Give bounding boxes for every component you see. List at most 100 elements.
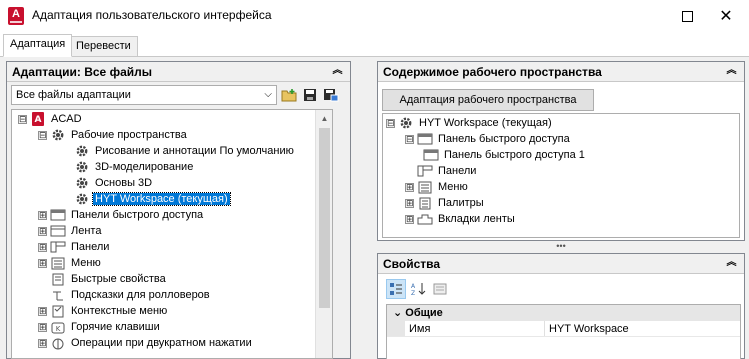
expand-node-icon[interactable]: ⊞ — [38, 210, 47, 220]
workspace-contents-tree[interactable]: ⊟ HYT Workspace (текущая) ⊟ Панель быстр… — [382, 113, 740, 238]
tree-node[interactable]: ⊟ Рабочие пространства — [38, 127, 189, 143]
property-value[interactable]: HYT Workspace — [545, 321, 629, 336]
expand-node-icon[interactable]: ⊞ — [38, 338, 47, 348]
menu-icon — [50, 256, 66, 270]
property-row[interactable]: Имя HYT Workspace — [387, 321, 740, 337]
save-button[interactable] — [301, 86, 319, 104]
toolbar-icon — [417, 164, 433, 178]
close-button[interactable]: ✕ — [703, 0, 749, 32]
gear-icon — [74, 192, 90, 206]
alphabetical-icon: AZ — [411, 283, 426, 296]
expand-node-icon[interactable]: ⊞ — [38, 226, 47, 236]
tree-node-label: Рабочие пространства — [71, 129, 187, 141]
quick-access-icon — [423, 148, 439, 162]
tree-node[interactable]: Основы 3D — [74, 175, 154, 191]
expand-node-icon[interactable]: ⊞ — [405, 198, 414, 208]
customize-workspace-button[interactable]: Адаптация рабочего пространства — [382, 89, 594, 111]
property-pages-button[interactable] — [430, 279, 450, 299]
scrollbar-thumb[interactable] — [319, 128, 330, 308]
acad-icon: A — [30, 112, 46, 126]
customizations-tree[interactable]: ⊟ A ACAD ⊟ Рабочие пространства Рисовани… — [11, 109, 333, 359]
collapse-icon[interactable]: ︽ — [725, 257, 738, 270]
expand-node-icon[interactable]: ⊞ — [405, 214, 414, 224]
collapse-node-icon[interactable]: ⊟ — [18, 114, 27, 124]
tree-node-label: Панель быстрого доступа 1 — [444, 149, 585, 161]
tree-node-label: Подсказки для ролловеров — [71, 289, 210, 301]
collapse-node-icon[interactable]: ⊟ — [405, 134, 414, 144]
tree-node-label: 3D-моделирование — [95, 161, 194, 173]
save-as-button[interactable] — [322, 86, 340, 104]
tab-strip: Адаптация Перевести — [0, 34, 749, 57]
tree-node[interactable]: ⊞ Контекстные меню — [38, 303, 169, 319]
tree-node-label: Меню — [438, 181, 468, 193]
tree-node[interactable]: ⊟ A ACAD — [18, 111, 84, 127]
filter-dropdown[interactable]: Все файлы адаптации ⌵ — [11, 85, 277, 105]
tree-node[interactable]: ⊞ Лента — [38, 223, 103, 239]
tree-node[interactable]: ⊞ Панели — [38, 239, 111, 255]
tree-node[interactable]: ⊞ Меню — [405, 179, 470, 195]
quick-properties-icon — [50, 272, 66, 286]
tab-transfer[interactable]: Перевести — [69, 36, 138, 57]
collapse-node-icon[interactable]: ⊟ — [386, 118, 395, 128]
tree-node[interactable]: ⊞ Панели быстрого доступа — [38, 207, 205, 223]
property-gutter — [387, 321, 405, 336]
property-grid[interactable]: ⌄ Общие Имя HYT Workspace — [386, 304, 741, 359]
scroll-up-icon[interactable]: ▲ — [316, 110, 332, 127]
expand-node-icon[interactable]: ⊞ — [405, 182, 414, 192]
tree-node-label: Вкладки ленты — [438, 213, 515, 225]
gear-icon — [74, 160, 90, 174]
tree-node-selected[interactable]: HYT Workspace (текущая) — [74, 191, 231, 207]
gear-icon — [50, 128, 66, 142]
expand-node-icon[interactable]: ⊞ — [38, 258, 47, 268]
tree-node-label: Палитры — [438, 197, 484, 209]
tree-node[interactable]: ⊟ Панель быстрого доступа — [405, 131, 572, 147]
customizations-header: Адаптации: Все файлы ︽ — [7, 62, 350, 82]
tree-node[interactable]: Подсказки для ролловеров — [50, 287, 212, 303]
property-category[interactable]: ⌄ Общие — [387, 305, 740, 321]
svg-text:Z: Z — [411, 290, 415, 296]
tree-node[interactable]: ⊞ K Горячие клавиши — [38, 319, 162, 335]
save-icon — [304, 89, 316, 101]
tree-node[interactable]: ⊞ Операции при двукратном нажатии — [38, 335, 254, 351]
title-bar: A Адаптация пользовательского интерфейса… — [0, 0, 749, 32]
tree-node[interactable]: Быстрые свойства — [50, 271, 168, 287]
customizations-panel: Адаптации: Все файлы ︽ Все файлы адаптац… — [6, 61, 351, 359]
workspace-contents-panel: Содержимое рабочего пространства ︽ Адапт… — [377, 61, 745, 241]
ribbon-icon — [50, 224, 66, 238]
palette-icon — [417, 196, 433, 210]
expand-node-icon[interactable]: ⊞ — [38, 306, 47, 316]
maximize-icon — [681, 10, 693, 22]
toolbar-icon — [50, 240, 66, 254]
tree-node[interactable]: 3D-моделирование — [74, 159, 195, 175]
tree-node[interactable]: Панель быстрого доступа 1 — [423, 147, 587, 163]
tree-node-label: Контекстные меню — [71, 305, 168, 317]
panel-title: Свойства — [383, 257, 441, 271]
collapse-node-icon[interactable]: ⊟ — [38, 130, 47, 140]
open-file-button[interactable] — [280, 86, 298, 104]
expand-node-icon[interactable]: ⊞ — [38, 242, 47, 252]
collapse-icon[interactable]: ︽ — [725, 65, 738, 78]
tree-node[interactable]: ⊞ Меню — [38, 255, 103, 271]
property-key: Имя — [405, 321, 545, 336]
tree-node-label: Панели — [438, 165, 477, 177]
tab-customize[interactable]: Адаптация — [3, 34, 73, 57]
tree-node[interactable]: Рисование и аннотации По умолчанию — [74, 143, 296, 159]
ribbon-tabs-icon — [417, 212, 433, 226]
categorized-button[interactable] — [386, 279, 406, 299]
gear-icon — [74, 176, 90, 190]
category-expander-icon[interactable]: ⌄ — [393, 307, 402, 319]
collapse-icon[interactable]: ︽ — [331, 65, 344, 78]
properties-toolbar: AZ — [386, 278, 452, 300]
vertical-scrollbar[interactable]: ▲ — [315, 110, 332, 358]
tree-node[interactable]: ⊞ Палитры — [405, 195, 486, 211]
expand-node-icon[interactable]: ⊞ — [38, 322, 47, 332]
alphabetical-button[interactable]: AZ — [408, 279, 428, 299]
tree-node[interactable]: ⊟ HYT Workspace (текущая) — [386, 115, 554, 131]
category-label: Общие — [405, 307, 443, 319]
filter-value: Все файлы адаптации — [16, 89, 131, 101]
panel-splitter[interactable]: ••• — [377, 241, 745, 251]
tree-node-label: ACAD — [51, 113, 82, 125]
tree-node[interactable]: ⊞ Вкладки ленты — [405, 211, 517, 227]
properties-header: Свойства ︽ — [378, 254, 744, 274]
tree-node[interactable]: Панели — [417, 163, 478, 179]
